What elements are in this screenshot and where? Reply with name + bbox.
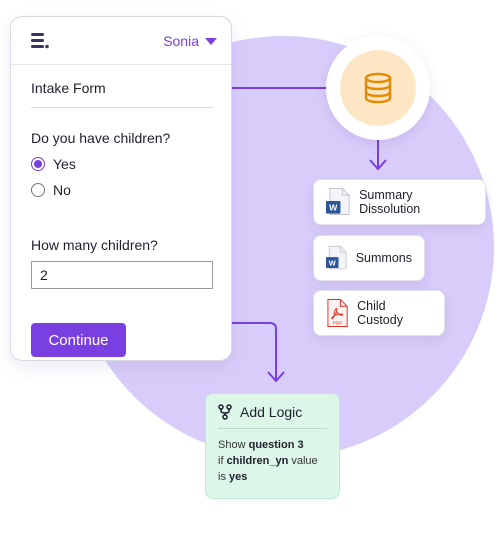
- logic-value-word: value: [291, 455, 318, 467]
- radio-option-no[interactable]: No: [31, 182, 71, 198]
- svg-text:W: W: [329, 203, 338, 213]
- question-children-label: Do you have children?: [31, 130, 171, 146]
- logic-answer: yes: [229, 471, 248, 483]
- logic-if-word: if: [218, 455, 224, 467]
- user-name: Sonia: [163, 33, 199, 49]
- add-logic-card[interactable]: Add Logic Show question 3 if children_yn…: [205, 393, 340, 499]
- database-bubble: [326, 36, 430, 140]
- database-icon-bg: [340, 50, 416, 126]
- document-card-child-custody[interactable]: PDF Child Custody: [313, 290, 445, 336]
- database-icon: [364, 72, 392, 104]
- word-doc-icon: W: [326, 188, 350, 216]
- pdf-doc-icon: PDF: [327, 299, 348, 327]
- form-title: Intake Form: [31, 80, 106, 96]
- radio-unchecked-icon[interactable]: [31, 183, 45, 197]
- branch-icon: [218, 404, 232, 420]
- word-doc-icon: W: [326, 245, 347, 270]
- document-label: Summary Dissolution: [359, 188, 421, 216]
- document-label: Summons: [355, 251, 412, 265]
- card-header: Sonia: [11, 17, 231, 65]
- radio-label-no: No: [53, 182, 71, 198]
- logic-title: Add Logic: [240, 404, 303, 420]
- logic-is-word: is: [218, 471, 226, 483]
- logic-variable: children_yn: [226, 455, 289, 467]
- question-count-label: How many children?: [31, 237, 158, 253]
- stack-menu-icon[interactable]: [31, 33, 49, 49]
- intake-form-card: Sonia Intake Form Do you have children? …: [10, 16, 232, 361]
- svg-text:PDF: PDF: [333, 321, 343, 327]
- document-label: Child Custody: [357, 299, 403, 327]
- user-menu[interactable]: Sonia: [163, 33, 217, 49]
- radio-checked-icon[interactable]: [31, 157, 45, 171]
- logic-question-ref: question 3: [248, 439, 304, 451]
- radio-option-yes[interactable]: Yes: [31, 156, 76, 172]
- divider: [31, 107, 213, 108]
- logic-rule-text: Show question 3 if children_yn value is …: [218, 437, 327, 485]
- svg-text:W: W: [329, 259, 337, 268]
- logic-header: Add Logic: [218, 404, 327, 429]
- document-card-summary-dissolution[interactable]: W Summary Dissolution: [313, 179, 486, 225]
- document-card-summons[interactable]: W Summons: [313, 235, 425, 281]
- radio-label-yes: Yes: [53, 156, 76, 172]
- caret-down-icon: [205, 37, 217, 45]
- logic-show-word: Show: [218, 439, 246, 451]
- continue-button[interactable]: Continue: [31, 323, 126, 357]
- children-count-input[interactable]: [31, 261, 213, 289]
